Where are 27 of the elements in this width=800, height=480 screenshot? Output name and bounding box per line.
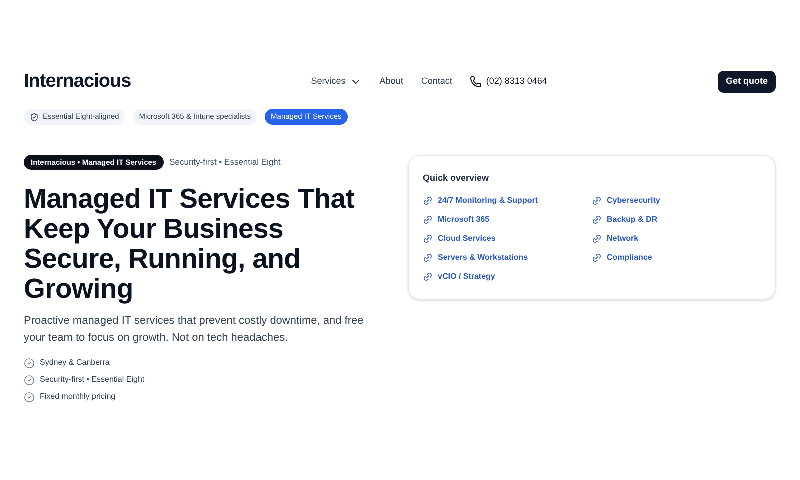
check-circle-icon <box>24 374 35 386</box>
overview-link[interactable]: Servers & Workstations <box>423 252 592 264</box>
overview-link[interactable]: Backup & DR <box>592 214 761 226</box>
overview-link[interactable]: Cloud Services <box>423 232 592 244</box>
feature-point: Security-first • Essential Eight <box>40 374 145 386</box>
nav-link[interactable]: About <box>380 75 404 89</box>
shield-check-icon <box>30 112 39 122</box>
hero-lead: Proactive managed IT services that prevent costly downtime, and free your team to focus on growth. Not on tech headaches. <box>24 314 365 346</box>
overview-link[interactable]: Compliance <box>592 252 761 264</box>
hero-tag-note: Security-first • Essential Eight <box>170 156 281 169</box>
overview-link[interactable]: vCIO / Strategy <box>423 270 592 282</box>
check-circle-icon <box>24 392 35 402</box>
phone-link[interactable]: (02) 8313 0464 <box>470 75 548 89</box>
feature-point: Fixed monthly pricing <box>40 391 116 403</box>
get-quote-button[interactable]: Get quote <box>718 71 776 93</box>
phone-icon <box>470 76 482 88</box>
overview-link[interactable]: 24/7 Monitoring & Support <box>423 194 592 206</box>
hero-title: Managed IT Services That Keep Your Business Secure, Running, and Growing <box>24 184 356 304</box>
overview-link[interactable]: Cybersecurity <box>592 194 761 206</box>
overview-link[interactable]: Network <box>592 232 761 244</box>
overview-title: Quick overview <box>423 172 490 185</box>
logo: Internacious <box>24 70 132 94</box>
check-circle-icon <box>24 358 35 368</box>
nav-link[interactable]: Contact <box>421 75 452 89</box>
feature-point: Sydney & Canberra <box>40 357 110 369</box>
nav-link[interactable]: Services <box>311 75 362 89</box>
overview-link[interactable]: Microsoft 365 <box>423 214 592 226</box>
